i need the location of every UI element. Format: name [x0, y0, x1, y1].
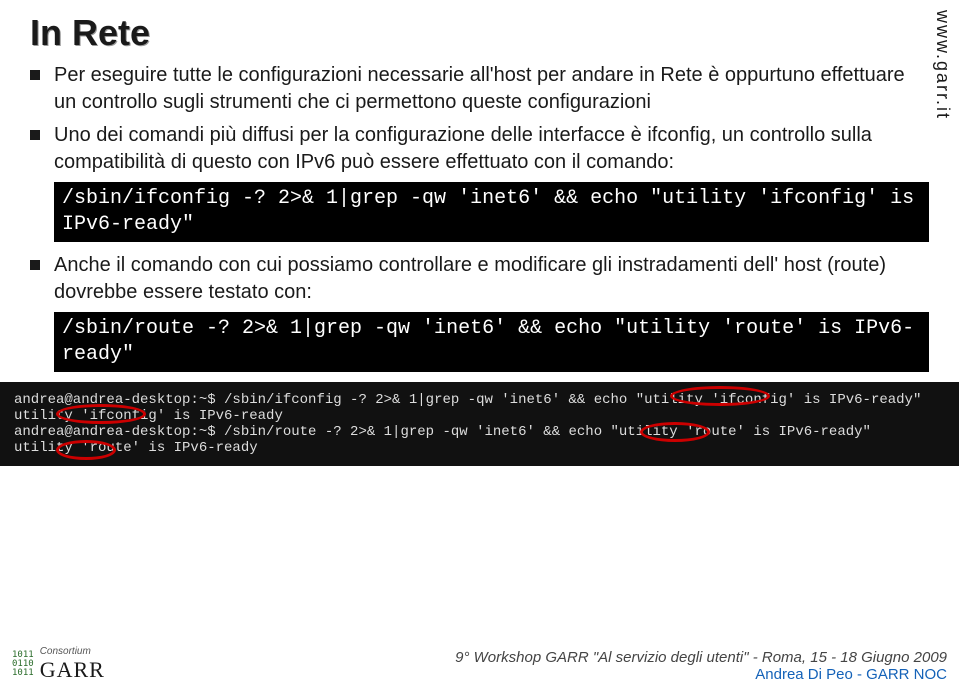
- binary-decoration-icon: 101101101011: [12, 651, 34, 678]
- code-block-route: /sbin/route -? 2>& 1|grep -qw 'inet6' &&…: [54, 312, 929, 372]
- square-bullet-icon: [30, 130, 40, 140]
- footer-text: 9° Workshop GARR "Al servizio degli uten…: [455, 649, 947, 683]
- footer-event-line: 9° Workshop GARR "Al servizio degli uten…: [455, 649, 947, 666]
- bullet-item: Uno dei comandi più diffusi per la confi…: [30, 122, 929, 176]
- slide-footer: 101101101011 Consortium GARR 9° Workshop…: [0, 646, 959, 683]
- bullet-item: Anche il comando con cui possiamo contro…: [30, 252, 929, 306]
- code-block-ifconfig: /sbin/ifconfig -? 2>& 1|grep -qw 'inet6'…: [54, 182, 929, 242]
- side-url: www.garr.it: [932, 10, 953, 120]
- footer-author-line: Andrea Di Peo - GARR NOC: [455, 666, 947, 683]
- terminal-line: andrea@andrea-desktop:~$ /sbin/ifconfig …: [14, 392, 945, 408]
- garr-logo: 101101101011 Consortium GARR: [12, 646, 105, 683]
- square-bullet-icon: [30, 70, 40, 80]
- terminal-screenshot: andrea@andrea-desktop:~$ /sbin/ifconfig …: [0, 382, 959, 466]
- bullet-text: Anche il comando con cui possiamo contro…: [54, 252, 929, 306]
- terminal-line: utility 'ifconfig' is IPv6-ready: [14, 408, 945, 424]
- bullet-item: Per eseguire tutte le configurazioni nec…: [30, 62, 929, 116]
- logo-garr-label: GARR: [40, 657, 105, 683]
- square-bullet-icon: [30, 260, 40, 270]
- bullet-text: Uno dei comandi più diffusi per la confi…: [54, 122, 929, 176]
- slide-title: In Rete: [30, 12, 929, 54]
- terminal-line: utility 'route' is IPv6-ready: [14, 440, 945, 456]
- bullet-list: Per eseguire tutte le configurazioni nec…: [30, 62, 929, 176]
- bullet-text: Per eseguire tutte le configurazioni nec…: [54, 62, 929, 116]
- bullet-list: Anche il comando con cui possiamo contro…: [30, 252, 929, 306]
- logo-consortium-label: Consortium: [40, 646, 105, 657]
- terminal-line: andrea@andrea-desktop:~$ /sbin/route -? …: [14, 424, 945, 440]
